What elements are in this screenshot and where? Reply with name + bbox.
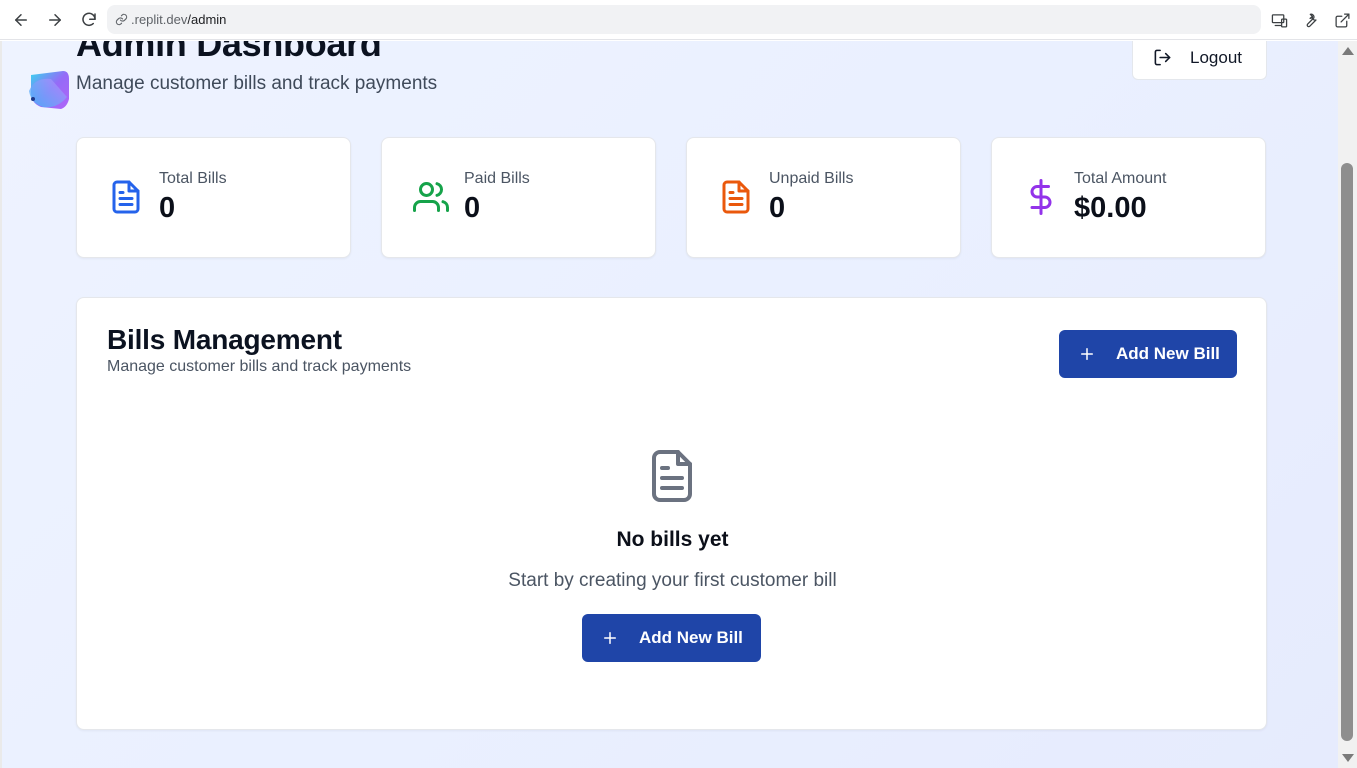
empty-state-title: No bills yet xyxy=(616,528,729,551)
app-logo xyxy=(27,69,71,111)
stat-value: 0 xyxy=(769,192,786,224)
stat-card-total-amount: Total Amount $0.00 xyxy=(991,137,1266,258)
scrollbar-thumb[interactable] xyxy=(1341,163,1353,741)
devices-icon[interactable] xyxy=(1269,10,1289,30)
stat-value: $0.00 xyxy=(1074,192,1147,224)
scroll-down-arrow-icon[interactable] xyxy=(1342,754,1354,762)
file-text-icon xyxy=(648,448,696,504)
empty-add-new-bill-label: Add New Bill xyxy=(639,628,743,647)
open-external-icon[interactable] xyxy=(1332,10,1352,30)
forward-arrow-icon[interactable] xyxy=(43,8,67,32)
back-arrow-icon[interactable] xyxy=(9,8,33,32)
dollar-sign-icon xyxy=(1022,177,1060,217)
url-text: .replit.dev/admin xyxy=(131,12,227,27)
reload-icon[interactable] xyxy=(77,8,101,32)
stat-label: Paid Bills xyxy=(464,170,530,187)
stat-label: Unpaid Bills xyxy=(769,170,854,187)
add-new-bill-button[interactable]: Add New Bill xyxy=(1059,330,1237,378)
bills-management-subtitle: Manage customer bills and track payments xyxy=(107,358,412,375)
page-title: Admin Dashboard xyxy=(76,41,382,64)
scroll-up-arrow-icon[interactable] xyxy=(1342,47,1354,55)
plus-icon xyxy=(604,632,616,644)
logout-icon xyxy=(1154,49,1171,66)
address-bar[interactable]: .replit.dev/admin xyxy=(107,5,1261,34)
stat-label: Total Bills xyxy=(159,170,227,187)
file-text-icon xyxy=(107,177,145,217)
logout-label: Logout xyxy=(1190,47,1242,67)
add-new-bill-label: Add New Bill xyxy=(1116,344,1220,363)
page-viewport: Admin Dashboard Manage customer bills an… xyxy=(0,41,1338,768)
empty-add-new-bill-button[interactable]: Add New Bill xyxy=(582,614,761,662)
users-icon xyxy=(412,177,450,217)
wrench-icon[interactable] xyxy=(1300,10,1320,30)
bills-management-title: Bills Management xyxy=(107,324,342,355)
link-icon xyxy=(113,12,129,28)
stat-value: 0 xyxy=(159,192,176,224)
bills-management-panel: Bills Management Manage customer bills a… xyxy=(76,297,1267,730)
stat-card-unpaid-bills: Unpaid Bills 0 xyxy=(686,137,961,258)
page-scrollbar[interactable] xyxy=(1338,41,1357,768)
stat-card-total-bills: Total Bills 0 xyxy=(76,137,351,258)
page-subtitle: Manage customer bills and track payments xyxy=(76,73,438,94)
browser-toolbar: .replit.dev/admin xyxy=(0,0,1357,40)
stat-value: 0 xyxy=(464,192,481,224)
plus-icon xyxy=(1081,348,1093,360)
stat-card-paid-bills: Paid Bills 0 xyxy=(381,137,656,258)
logout-button[interactable]: Logout xyxy=(1132,41,1267,80)
stat-label: Total Amount xyxy=(1074,170,1167,187)
empty-state-subtitle: Start by creating your first customer bi… xyxy=(508,570,837,591)
file-text-icon xyxy=(717,177,755,217)
